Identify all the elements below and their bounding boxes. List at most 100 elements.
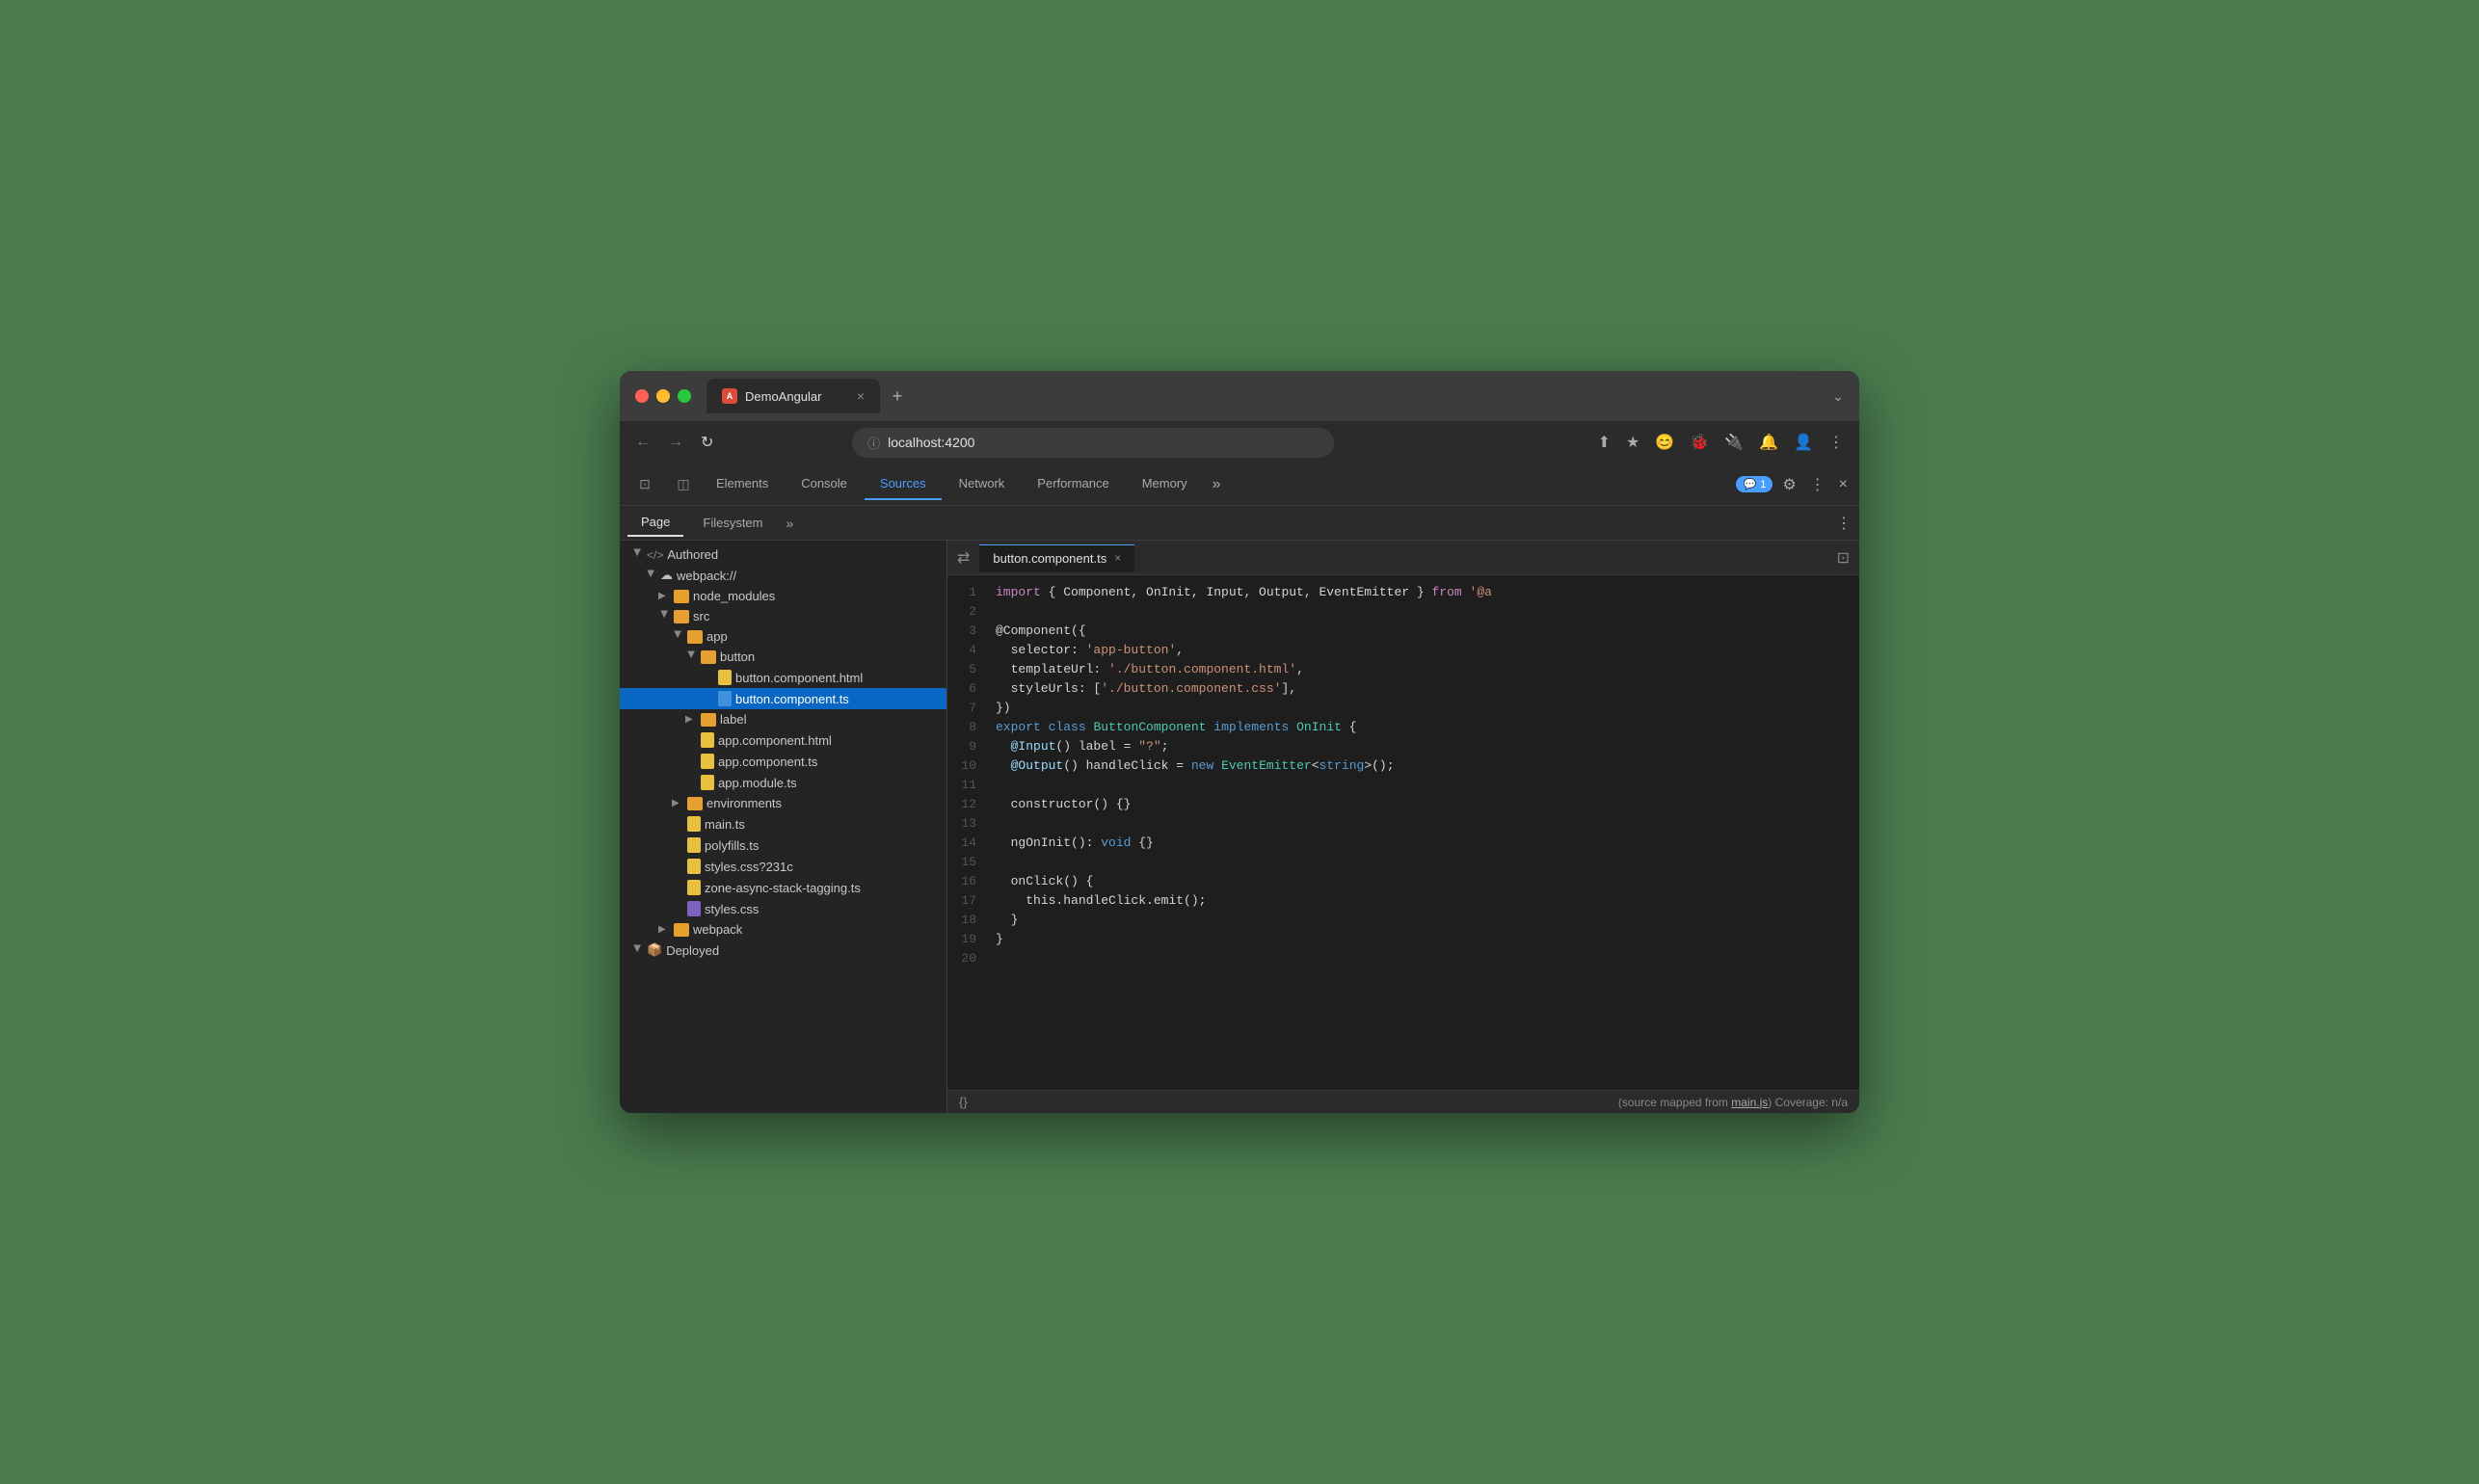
list-item[interactable]: ▶ </> Authored [620, 544, 946, 565]
devtools-tabs: Elements Console Sources Network Perform… [701, 468, 1736, 501]
editor-tab-close-button[interactable]: × [1114, 551, 1121, 565]
back-button[interactable]: ← [631, 430, 654, 455]
code-line-11 [996, 776, 1859, 795]
code-area[interactable]: 1 2 3 4 5 6 7 8 9 10 11 [947, 575, 1859, 1090]
code-line-15 [996, 853, 1859, 872]
tree-item-label: styles.css?231c [705, 860, 793, 874]
address-input[interactable]: ⓘ localhost:4200 [852, 428, 1334, 458]
menu-icon[interactable]: ⋮ [1825, 429, 1848, 456]
list-item[interactable]: ▶ node_modules [620, 586, 946, 606]
devtools-settings-icon[interactable]: ⚙ [1778, 471, 1799, 498]
reload-button[interactable]: ↻ [697, 429, 717, 456]
tab-console[interactable]: Console [786, 468, 863, 500]
inspect-element-icon[interactable]: ⊡ [627, 467, 662, 502]
list-item[interactable]: ▶ polyfills.ts [620, 835, 946, 856]
profile-icon[interactable]: 😊 [1651, 429, 1678, 456]
extension-icon[interactable]: 🔌 [1720, 429, 1747, 456]
bookmark-icon[interactable]: ★ [1622, 429, 1643, 456]
status-bar: {} (source mapped from main.js) Coverage… [947, 1090, 1859, 1113]
list-item[interactable]: ▶ label [620, 709, 946, 729]
devtools-panel: ⊡ ◫ Elements Console Sources Network Per… [620, 464, 1859, 1113]
list-item[interactable]: ▶ zone-async-stack-tagging.ts [620, 877, 946, 898]
cloud-icon: ☁ [660, 568, 673, 583]
file-icon [718, 691, 732, 706]
tree-arrow-icon: ▶ [672, 798, 683, 808]
avatar-icon[interactable]: 👤 [1790, 429, 1817, 456]
forward-button[interactable]: → [664, 430, 687, 455]
new-tab-button[interactable]: + [884, 383, 911, 410]
list-item[interactable]: ▶ environments [620, 793, 946, 813]
tab-elements[interactable]: Elements [701, 468, 784, 500]
tree-item-label: app.component.html [718, 733, 832, 748]
list-item[interactable]: ▶ app.module.ts [620, 772, 946, 793]
list-item[interactable]: ▶ button.component.ts [620, 688, 946, 709]
devtools-icon[interactable]: 🐞 [1686, 429, 1713, 456]
list-item[interactable]: ▶ app.component.html [620, 729, 946, 751]
share-icon[interactable]: ⬆ [1594, 429, 1614, 456]
close-button[interactable] [635, 389, 649, 403]
editor-sidebar-toggle[interactable]: ⇄ [947, 548, 979, 568]
tab-performance[interactable]: Performance [1022, 468, 1124, 500]
list-item[interactable]: ▶ button [620, 647, 946, 667]
code-line-20 [996, 949, 1859, 968]
tab-sources[interactable]: Sources [865, 468, 942, 500]
format-icon[interactable]: {} [959, 1095, 968, 1109]
code-line-10: @Output() handleClick = new EventEmitter… [996, 756, 1859, 776]
tree-item-label: button [720, 649, 755, 664]
tab-expand-icon[interactable]: ⌄ [1832, 388, 1844, 405]
bell-icon[interactable]: 🔔 [1755, 429, 1782, 456]
notification-badge[interactable]: 💬 1 [1736, 476, 1773, 492]
tab-title: DemoAngular [745, 389, 822, 404]
list-item[interactable]: ▶ main.ts [620, 813, 946, 835]
source-map-link[interactable]: main.js [1731, 1096, 1768, 1109]
title-bar: A DemoAngular × + ⌄ [620, 371, 1859, 421]
code-line-18: } [996, 911, 1859, 930]
devtools-more-icon[interactable]: ⋮ [1806, 471, 1829, 498]
tree-item-label: webpack [693, 922, 742, 937]
code-line-8: export class ButtonComponent implements … [996, 718, 1859, 737]
code-lines: import { Component, OnInit, Input, Outpu… [988, 575, 1859, 1090]
tree-item-label: main.ts [705, 817, 745, 832]
editor-expand-icon[interactable]: ⊡ [1827, 548, 1859, 568]
folder-icon [674, 923, 689, 937]
file-icon [701, 775, 714, 790]
tab-memory[interactable]: Memory [1127, 468, 1203, 500]
list-item[interactable]: ▶ 📦 Deployed [620, 940, 946, 961]
tree-item-label: webpack:// [677, 569, 736, 583]
tree-arrow-icon: ▶ [673, 631, 683, 643]
toolbar-right: ⬆ ★ 😊 🐞 🔌 🔔 👤 ⋮ [1594, 429, 1848, 456]
sources-more-btn[interactable]: » [783, 512, 798, 535]
device-toolbar-icon[interactable]: ◫ [666, 467, 701, 502]
code-line-5: templateUrl: './button.component.html', [996, 660, 1859, 679]
tab-close-button[interactable]: × [857, 388, 865, 404]
list-item[interactable]: ▶ app.component.ts [620, 751, 946, 772]
notif-icon: 💬 [1743, 478, 1756, 490]
sources-tab-filesystem[interactable]: Filesystem [689, 510, 776, 536]
list-item[interactable]: ▶ src [620, 606, 946, 626]
list-item[interactable]: ▶ app [620, 626, 946, 647]
maximize-button[interactable] [678, 389, 691, 403]
folder-icon [687, 630, 703, 644]
sources-tab-page[interactable]: Page [627, 509, 683, 537]
tab-favicon: A [722, 388, 737, 404]
tree-item-label: Deployed [666, 943, 719, 958]
list-item[interactable]: ▶ webpack [620, 919, 946, 940]
tree-item-label: node_modules [693, 589, 775, 603]
sources-body: ▶ </> Authored ▶ ☁ webpack:// [620, 541, 1859, 1113]
list-item[interactable]: ▶ styles.css [620, 898, 946, 919]
minimize-button[interactable] [656, 389, 670, 403]
code-line-19: } [996, 930, 1859, 949]
devtools-close-icon[interactable]: × [1835, 472, 1852, 497]
sources-menu-icon[interactable]: ⋮ [1836, 514, 1852, 533]
list-item[interactable]: ▶ ☁ webpack:// [620, 565, 946, 586]
list-item[interactable]: ▶ button.component.html [620, 667, 946, 688]
code-line-17: this.handleClick.emit(); [996, 891, 1859, 911]
notif-count: 1 [1760, 479, 1766, 490]
code-line-7: }) [996, 699, 1859, 718]
browser-tab[interactable]: A DemoAngular × [706, 379, 880, 413]
editor-tab-active[interactable]: button.component.ts × [979, 544, 1134, 571]
more-tabs-icon[interactable]: » [1205, 468, 1229, 501]
devtools-topbar: ⊡ ◫ Elements Console Sources Network Per… [620, 464, 1859, 506]
tab-network[interactable]: Network [944, 468, 1021, 500]
list-item[interactable]: ▶ styles.css?231c [620, 856, 946, 877]
